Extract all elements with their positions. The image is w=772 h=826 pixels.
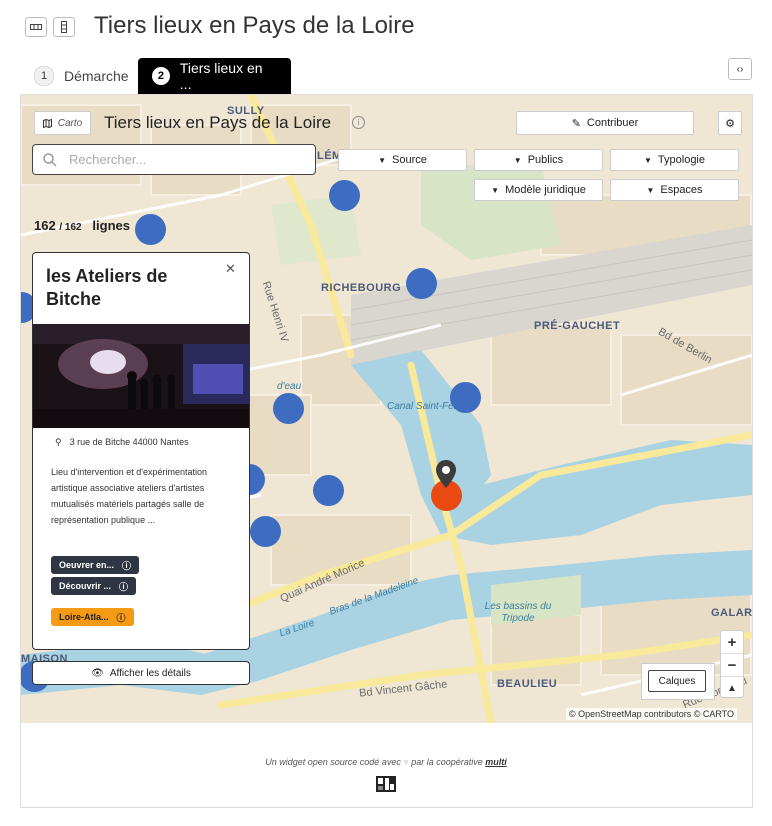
tab-label: Tiers lieux en ...	[179, 60, 263, 92]
map-icon	[42, 118, 52, 128]
total-count: 162	[64, 222, 82, 233]
contribute-button[interactable]: ✎ Contribuer	[516, 111, 694, 135]
tag-chip[interactable]: Loire-Atla... ⓘ	[51, 608, 134, 626]
carto-label: Carto	[57, 117, 83, 129]
filter-label: Source	[392, 154, 427, 166]
footer-text-after: par la coopérative	[411, 757, 483, 767]
heart-icon: ♥	[403, 757, 409, 767]
vertical-layout-button[interactable]	[53, 17, 75, 37]
filter-icon: ▼	[643, 155, 652, 165]
filter-icon: ▼	[513, 155, 522, 165]
map-marker[interactable]	[450, 382, 481, 413]
code-brackets-icon: ‹›	[736, 63, 744, 75]
water-label: Les bassins du Tripode	[484, 601, 552, 624]
vertical-layout-icon	[61, 21, 67, 33]
multi-link[interactable]: multi	[485, 757, 507, 767]
info-icon: ⓘ	[116, 612, 126, 623]
card-address: ⚲ 3 rue de Bitche 44000 Nantes	[55, 437, 189, 448]
page-title: Tiers lieux en Pays de la Loire	[94, 12, 415, 39]
filter-label: Publics	[527, 154, 564, 166]
footer-credit: Un widget open source codé avec ♥ par la…	[0, 757, 772, 767]
chip-label: Oeuvrer en...	[59, 560, 115, 570]
reset-north-button[interactable]: ▲	[721, 677, 743, 699]
expand-toggle-button[interactable]: ‹›	[728, 58, 752, 80]
district-label: RICHEBOURG	[321, 282, 402, 294]
layers-button[interactable]: Calques	[648, 670, 706, 692]
search-icon	[43, 152, 57, 167]
shown-count: 162	[34, 218, 56, 233]
details-label: Afficher les détails	[109, 667, 191, 679]
map-marker[interactable]	[273, 393, 304, 424]
map-title: Tiers lieux en Pays de la Loire	[104, 113, 332, 132]
settings-button[interactable]: ⚙	[718, 111, 742, 135]
chip-label: Découvrir ...	[59, 581, 112, 591]
filter-icon: ▼	[378, 155, 387, 165]
tag-chip[interactable]: Oeuvrer en... ⓘ	[51, 556, 140, 574]
row-counter: 162 / 162 lignes	[34, 218, 130, 233]
show-details-button[interactable]: 👁 Afficher les détails	[32, 661, 250, 685]
carto-button[interactable]: Carto	[34, 111, 91, 135]
tab-label: Démarche	[64, 68, 129, 84]
map-marker[interactable]	[135, 214, 166, 245]
tab-number: 1	[34, 66, 54, 86]
search-input[interactable]	[67, 151, 291, 168]
filter-publics-button[interactable]: ▼ Publics	[474, 149, 603, 171]
district-label: GALAR	[711, 607, 752, 619]
card-description: Lieu d'intervention et d'expérimentation…	[51, 467, 208, 525]
horizontal-layout-button[interactable]	[25, 17, 47, 37]
eye-icon: 👁	[91, 667, 104, 679]
address-text: 3 rue de Bitche 44000 Nantes	[69, 437, 189, 447]
contribute-label: Contribuer	[586, 117, 639, 129]
map-attribution[interactable]: © OpenStreetMap contributors © CARTO	[566, 708, 737, 720]
place-card: les Ateliers de Bitche ✕ ⚲ 3 rue de Bitc…	[32, 252, 250, 650]
count-unit: lignes	[92, 218, 130, 233]
zoom-control: + − ▲	[720, 630, 744, 698]
filter-label: Espaces	[660, 184, 703, 196]
zoom-out-button[interactable]: −	[721, 654, 743, 677]
pencil-icon: ✎	[571, 117, 581, 130]
location-pin-icon: ⚲	[55, 437, 62, 447]
info-icon: ⓘ	[122, 560, 132, 571]
district-label: PRÉ-GAUCHET	[534, 320, 621, 332]
filter-label: Typologie	[657, 154, 705, 166]
search-box[interactable]	[32, 144, 316, 175]
close-icon[interactable]: ✕	[225, 261, 236, 277]
horizontal-layout-icon	[30, 24, 42, 30]
info-icon[interactable]: i	[352, 116, 365, 129]
tab-demarche[interactable]: 1 Démarche	[24, 60, 139, 92]
place-photo	[33, 324, 249, 428]
filter-label: Modèle juridique	[505, 184, 586, 196]
info-icon: ⓘ	[119, 581, 129, 592]
filter-source-button[interactable]: ▼ Source	[338, 149, 467, 171]
filter-icon: ▼	[646, 185, 655, 195]
tab-number: 2	[152, 67, 170, 85]
water-label: d'eau	[277, 381, 302, 392]
filter-espaces-button[interactable]: ▼ Espaces	[610, 179, 739, 201]
map-marker[interactable]	[329, 180, 360, 211]
district-label: BEAULIEU	[497, 678, 558, 690]
zoom-in-button[interactable]: +	[721, 631, 743, 654]
map-marker[interactable]	[313, 475, 344, 506]
tag-chip[interactable]: Découvrir ... ⓘ	[51, 577, 137, 595]
card-title: les Ateliers de Bitche	[46, 266, 168, 309]
chip-label: Loire-Atla...	[59, 612, 109, 622]
map-marker[interactable]	[250, 516, 281, 547]
gear-icon: ⚙	[725, 117, 735, 130]
multi-logo-icon[interactable]	[376, 776, 396, 792]
filter-modele-juridique-button[interactable]: ▼ Modèle juridique	[474, 179, 603, 201]
filter-icon: ▼	[491, 185, 500, 195]
location-pin-icon	[436, 460, 456, 488]
map-marker[interactable]	[406, 268, 437, 299]
tab-tiers-lieux[interactable]: 2 Tiers lieux en ...	[138, 58, 291, 94]
filter-typologie-button[interactable]: ▼ Typologie	[610, 149, 739, 171]
footer-text-before: Un widget open source codé avec	[265, 757, 401, 767]
